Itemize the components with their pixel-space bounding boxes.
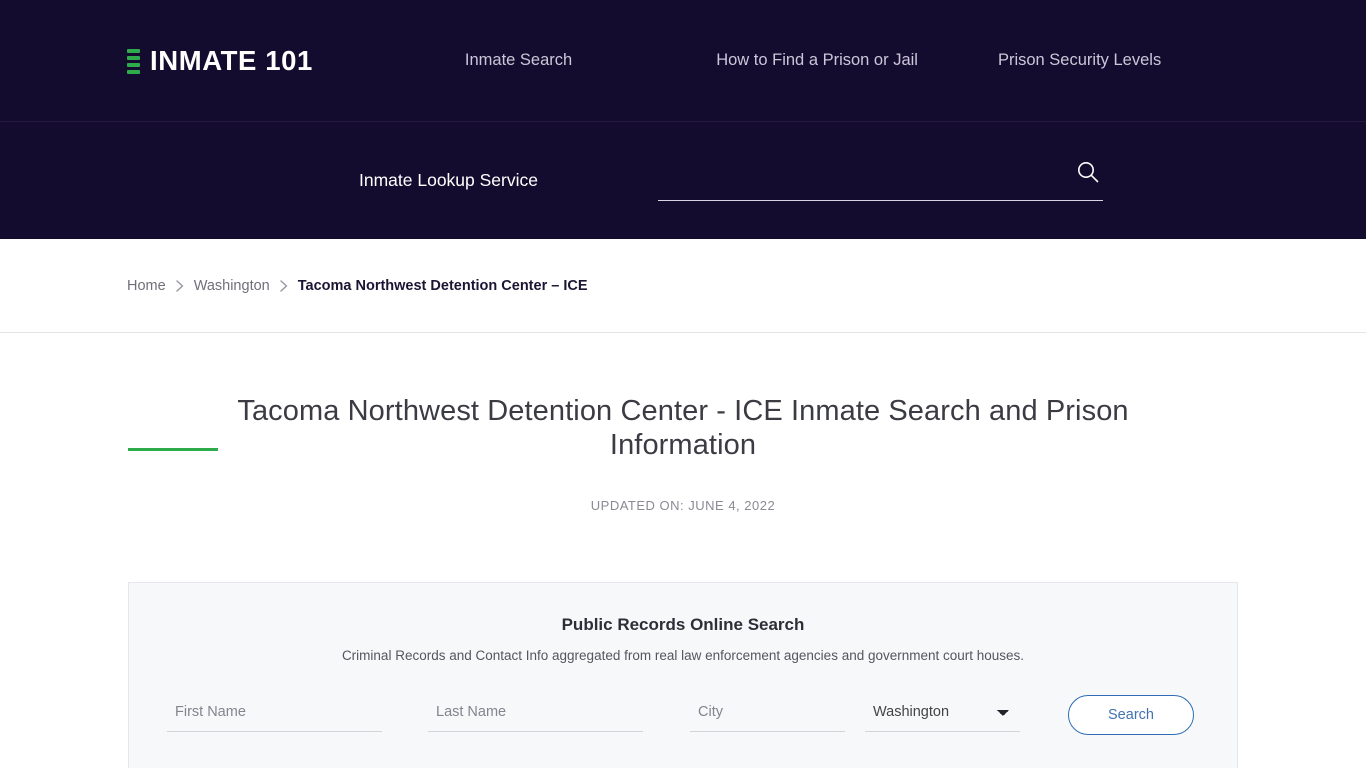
updated-on-text: UPDATED ON: JUNE 4, 2022 (590, 498, 776, 514)
lookup-label: Inmate Lookup Service (359, 169, 538, 190)
site-search-field (658, 159, 1103, 203)
nav-item-inmate-search[interactable]: Inmate Search (465, 52, 572, 69)
main-navigation: Inmate Search How to Find a Prison or Ja… (465, 52, 1161, 69)
site-logo[interactable]: INMATE 101 (127, 47, 313, 75)
last-name-input[interactable] (428, 698, 643, 733)
nav-item-how-to-find-a-prison-or-jail[interactable]: How to Find a Prison or Jail (716, 52, 918, 69)
lookup-bar: Inmate Lookup Service (0, 122, 1366, 239)
chevron-right-icon-2 (279, 279, 289, 293)
card-subtitle: Criminal Records and Contact Info aggreg… (341, 648, 1025, 664)
breadcrumb: Home Washington Tacoma Northwest Detenti… (127, 278, 588, 294)
site-search-input[interactable] (658, 160, 1103, 201)
site-header: INMATE 101 Inmate Search How to Find a P… (0, 0, 1366, 122)
state-select[interactable]: Washington (865, 698, 1020, 733)
breadcrumb-item-current: Tacoma Northwest Detention Center – ICE (297, 277, 588, 294)
search-button[interactable]: Search (1068, 695, 1194, 736)
records-search-form: Washington Search (167, 695, 1199, 736)
title-accent-bar (128, 448, 218, 451)
nav-item-prison-security-levels[interactable]: Prison Security Levels (998, 52, 1161, 69)
page-header: Tacoma Northwest Detention Center - ICE … (0, 333, 1366, 513)
breadcrumb-bar: Home Washington Tacoma Northwest Detenti… (0, 239, 1366, 333)
stacked-bars-icon (127, 47, 140, 75)
logo-text: INMATE 101 (150, 44, 313, 76)
first-name-input[interactable] (167, 698, 382, 733)
breadcrumb-item-home[interactable]: Home (127, 278, 166, 294)
breadcrumb-item-washington[interactable]: Washington (194, 278, 270, 294)
city-input[interactable] (690, 698, 845, 733)
public-records-search-card: Public Records Online Search Criminal Re… (128, 582, 1238, 768)
card-title: Public Records Online Search (561, 615, 805, 635)
chevron-right-icon (175, 279, 185, 293)
search-icon[interactable] (1075, 159, 1101, 185)
page-title: Tacoma Northwest Detention Center - ICE … (237, 395, 1129, 461)
